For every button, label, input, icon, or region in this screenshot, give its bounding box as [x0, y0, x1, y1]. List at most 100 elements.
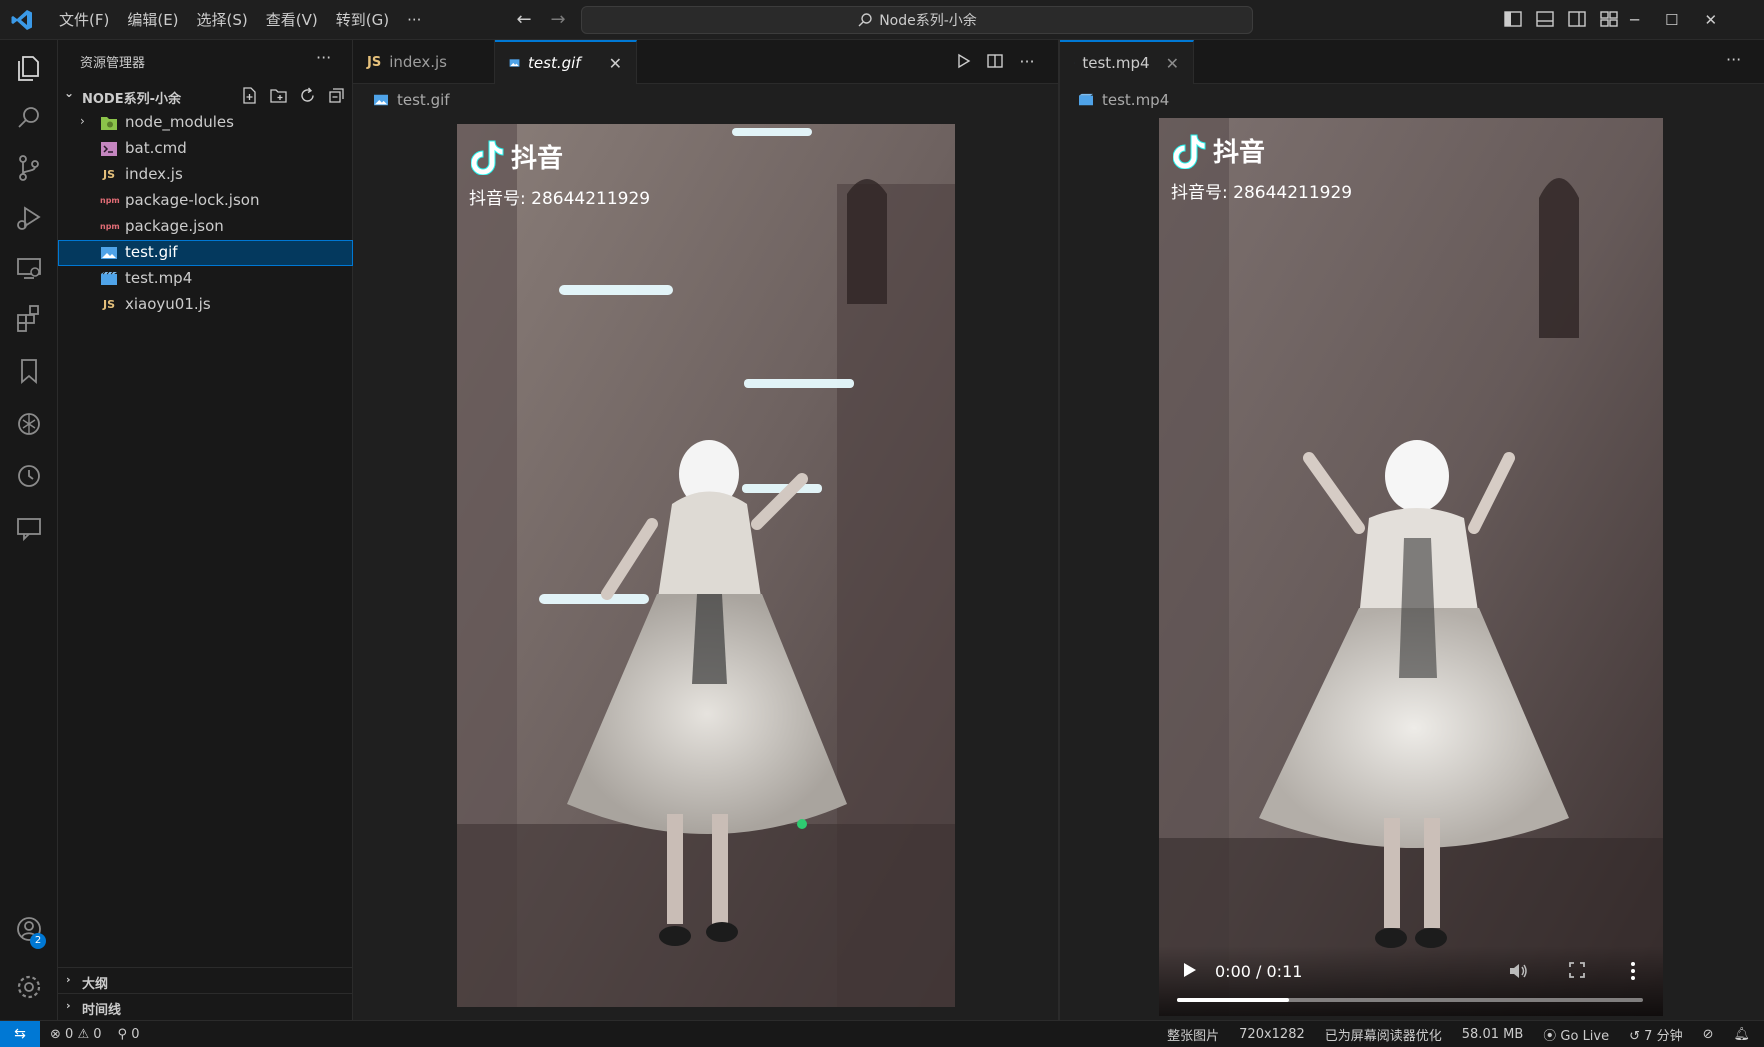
- remote-explorer-icon[interactable]: [13, 252, 45, 284]
- timeline-section[interactable]: › 时间线: [58, 993, 353, 1019]
- maximize-icon[interactable]: ☐: [1665, 11, 1678, 29]
- editor-group-1: test.gif 抖音 抖音号: 28644211929: [353, 84, 1058, 1020]
- close-tab-icon[interactable]: ✕: [609, 54, 622, 73]
- video-icon: [100, 271, 118, 287]
- more-actions-icon[interactable]: ···: [1726, 50, 1741, 69]
- editor-group-1-tabs: JS index.js test.gif ✕ ···: [353, 40, 1058, 84]
- workspace-folder[interactable]: ⌄ NODE系列-小余: [58, 84, 353, 108]
- refresh-icon[interactable]: [298, 86, 317, 105]
- image-zoom-mode[interactable]: 整张图片: [1167, 1025, 1219, 1044]
- search-icon[interactable]: [13, 102, 45, 134]
- close-tab-icon[interactable]: ✕: [1166, 54, 1179, 73]
- video-icon: [1079, 93, 1093, 106]
- menu-edit[interactable]: 编辑(E): [118, 0, 187, 40]
- video-controls: 0:00 / 0:11: [1159, 946, 1663, 1016]
- sidebar-more-icon[interactable]: ···: [316, 48, 331, 67]
- menu-bar: 文件(F) 编辑(E) 选择(S) 查看(V) 转到(G) ···: [50, 0, 430, 40]
- tree-item-label: bat.cmd: [125, 139, 187, 157]
- accessibility-icon[interactable]: ⊘: [1703, 1027, 1714, 1042]
- new-file-icon[interactable]: [240, 86, 259, 105]
- menu-selection[interactable]: 选择(S): [188, 0, 257, 40]
- sidebar-title: 资源管理器: [80, 56, 146, 71]
- chevron-right-icon: ›: [66, 973, 71, 986]
- play-icon[interactable]: [1179, 960, 1199, 980]
- workspace-folder-name: NODE系列-小余: [82, 92, 181, 107]
- volume-icon[interactable]: [1507, 960, 1529, 982]
- tree-item-bat-cmd[interactable]: bat.cmd: [58, 136, 353, 162]
- screen-reader-status[interactable]: 已为屏幕阅读器优化: [1325, 1025, 1442, 1044]
- problems-indicator[interactable]: ⊗ 0 ⚠ 0: [50, 1027, 102, 1042]
- video-player[interactable]: 抖音 抖音号: 28644211929 0:00 / 0:11: [1159, 118, 1663, 1016]
- run-icon[interactable]: [953, 52, 973, 72]
- back-arrow-icon[interactable]: ←: [512, 8, 536, 32]
- tree-item-test-mp4[interactable]: test.mp4: [58, 266, 353, 292]
- toggle-secondary-sidebar-icon[interactable]: [1566, 8, 1588, 30]
- dancer-scene-image: [457, 124, 955, 1007]
- split-editor-icon[interactable]: [985, 52, 1005, 72]
- close-window-icon[interactable]: ✕: [1704, 11, 1717, 29]
- search-icon: [858, 13, 872, 27]
- chevron-right-icon: ›: [80, 114, 85, 128]
- editor-actions: ···: [953, 52, 1037, 72]
- douyin-id-text: 抖音号: 28644211929: [469, 189, 651, 209]
- tab-test-mp4[interactable]: test.mp4 ✕: [1060, 40, 1194, 84]
- forward-arrow-icon[interactable]: →: [546, 8, 570, 32]
- layout-controls: [1502, 8, 1620, 30]
- ai-assistant-icon[interactable]: [13, 408, 45, 440]
- ports-indicator[interactable]: ⚲ 0: [118, 1027, 140, 1042]
- tree-item-label: node_modules: [125, 113, 234, 131]
- breadcrumb-item: test.mp4: [1102, 91, 1170, 109]
- run-debug-icon[interactable]: [13, 202, 45, 234]
- video-progress-track[interactable]: [1177, 998, 1643, 1002]
- collapse-all-icon[interactable]: [327, 86, 346, 105]
- new-folder-icon[interactable]: [269, 86, 288, 105]
- vscode-logo-icon: [11, 10, 32, 30]
- folder-icon: [100, 115, 118, 131]
- file-size: 58.01 MB: [1461, 1027, 1524, 1042]
- menu-view[interactable]: 查看(V): [257, 0, 327, 40]
- toggle-primary-sidebar-icon[interactable]: [1502, 8, 1524, 30]
- menu-file[interactable]: 文件(F): [50, 0, 118, 40]
- menu-go[interactable]: 转到(G): [327, 0, 398, 40]
- minimize-icon[interactable]: ─: [1630, 11, 1639, 29]
- extensions-icon[interactable]: [13, 302, 45, 334]
- tree-item-label: xiaoyu01.js: [125, 295, 211, 313]
- chevron-right-icon: ›: [66, 999, 71, 1012]
- timeline-history-icon[interactable]: [13, 460, 45, 492]
- go-live-button[interactable]: ⦿ Go Live: [1543, 1025, 1609, 1044]
- tree-item-xiaoyu01-js[interactable]: JS xiaoyu01.js: [58, 292, 353, 318]
- more-actions-icon[interactable]: ···: [1017, 52, 1037, 72]
- js-icon: JS: [102, 168, 115, 181]
- notifications-bell-icon[interactable]: 🔔︎: [1733, 1027, 1750, 1042]
- bookmark-icon[interactable]: [13, 355, 45, 387]
- time-tracker[interactable]: ↺ 7 分钟: [1629, 1025, 1682, 1044]
- tree-item-test-gif[interactable]: test.gif: [58, 240, 353, 266]
- douyin-watermark: 抖音: [471, 138, 563, 175]
- tree-item-package-lock-json[interactable]: npm package-lock.json: [58, 188, 353, 214]
- tree-item-index-js[interactable]: JS index.js: [58, 162, 353, 188]
- settings-gear-icon[interactable]: [13, 971, 45, 1003]
- explorer-sidebar: 资源管理器 ··· ⌄ NODE系列-小余 › node_modules bat…: [58, 40, 353, 1020]
- command-center[interactable]: Node系列-小余: [581, 6, 1253, 34]
- fullscreen-icon[interactable]: [1567, 960, 1587, 980]
- tab-index-js[interactable]: JS index.js: [353, 40, 495, 84]
- remote-indicator-icon[interactable]: ⇆: [0, 1021, 40, 1047]
- toggle-panel-icon[interactable]: [1534, 8, 1556, 30]
- tab-test-gif[interactable]: test.gif ✕: [495, 40, 637, 84]
- broadcast-icon: ⦿: [1543, 1029, 1557, 1044]
- tree-item-package-json[interactable]: npm package.json: [58, 214, 353, 240]
- tree-item-node-modules[interactable]: › node_modules: [58, 110, 353, 136]
- image-icon: [374, 94, 388, 106]
- js-icon: JS: [367, 54, 382, 70]
- explorer-icon[interactable]: [13, 52, 45, 84]
- video-time: 0:00 / 0:11: [1215, 962, 1303, 981]
- outline-section[interactable]: › 大纲: [58, 967, 353, 993]
- source-control-icon[interactable]: [13, 152, 45, 184]
- npm-icon: npm: [100, 222, 120, 231]
- menu-more[interactable]: ···: [398, 0, 430, 40]
- antenna-icon: ⚲: [117, 1027, 128, 1042]
- more-vertical-icon[interactable]: [1629, 960, 1637, 982]
- explorer-actions: [240, 86, 346, 105]
- chat-icon[interactable]: [13, 512, 45, 544]
- customize-layout-icon[interactable]: [1598, 8, 1620, 30]
